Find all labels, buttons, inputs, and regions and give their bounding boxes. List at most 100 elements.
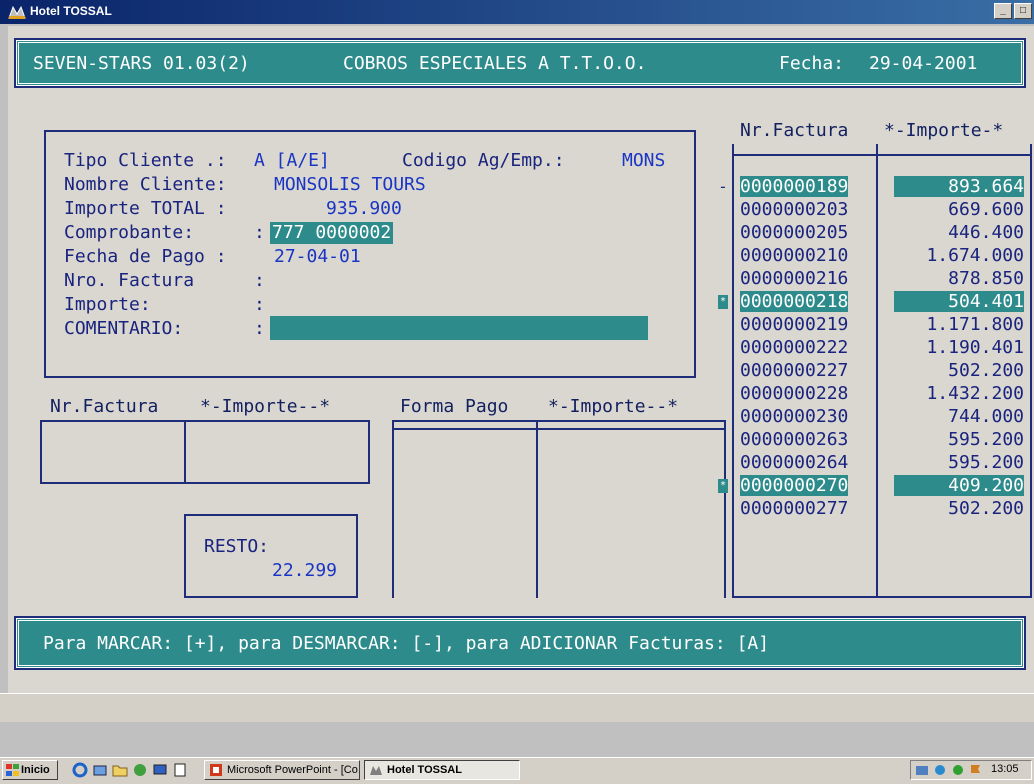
invoice-number: 0000000218 [740,291,849,312]
invoice-row[interactable]: -0000000189 893.664 [718,176,1034,198]
resto-value: 22.299 [272,560,338,581]
minimize-button[interactable]: _ [994,3,1012,19]
fecha-pago-value[interactable]: 27-04-01 [274,246,361,268]
tipo-cliente-label: Tipo Cliente .: [64,150,227,171]
tray-network-icon[interactable] [915,763,929,777]
codigo-value[interactable]: MONS [622,150,665,172]
codigo-label: Codigo Ag/Emp.: [402,150,565,171]
invoice-row[interactable]: 0000000219 1.171.800 [734,314,1034,336]
invoice-mark-indicator: * [718,479,728,493]
powerpoint-icon [210,764,222,776]
invoice-number: 0000000264 [740,452,849,473]
invoice-row[interactable]: 0000000263 595.200 [734,429,1034,451]
invoice-mark-indicator: * [718,295,728,309]
message-line [0,693,1034,722]
comentario-colon: : [254,318,265,339]
internet-explorer-icon[interactable] [72,762,88,778]
system-tray: 13:05 [910,760,1032,780]
invoice-amount: 595.200 [948,452,1024,473]
invoice-number: 0000000210 [740,245,849,266]
invoice-amount: 1.171.800 [926,314,1024,335]
invoice-number: 0000000227 [740,360,849,381]
invoice-row[interactable]: 0000000203 669.600 [734,199,1034,221]
invoice-row[interactable]: 0000000228 1.432.200 [734,383,1034,405]
invoice-amount: 878.850 [948,268,1024,289]
invoice-number: 0000000222 [740,337,849,358]
maximize-button[interactable]: □ [1014,3,1032,19]
invoice-number: 0000000203 [740,199,849,220]
terminal-screen: SEVEN-STARS 01.03(2) COBROS ESPECIALES A… [8,26,1034,716]
invoice-row[interactable]: * 0000000218 504.401 [718,291,1034,313]
payment-table-divider [536,420,538,598]
invoice-number: 0000000277 [740,498,849,519]
taskbar-powerpoint-button[interactable]: Microsoft PowerPoint - [Co... [204,760,360,780]
date-label: Fecha: [779,53,845,74]
invoice-list-factura-header: Nr.Factura [740,120,849,141]
invoice-amount: 1.674.000 [926,245,1024,266]
nombre-label: Nombre Cliente: [64,174,227,195]
invoice-number: 0000000189 [740,176,849,197]
nro-factura-colon: : [254,270,265,291]
comentario-label: COMENTARIO: [64,318,184,339]
invoice-number: 0000000228 [740,383,849,404]
comentario-field[interactable] [270,316,648,340]
invoice-amount: 409.200 [894,475,1024,496]
tray-volume-icon[interactable] [933,763,947,777]
hotel-taskbar-icon [370,766,382,775]
invoice-row[interactable]: 0000000216 878.850 [734,268,1034,290]
invoice-amount: 744.000 [948,406,1024,427]
importe-label: Importe: [64,294,151,315]
windows-taskbar: Inicio Microsoft PowerPoint - [Co... Hot… [0,757,1034,784]
invoice-amount: 502.200 [948,498,1024,519]
payment-table-header-line [392,428,726,430]
nro-factura-label: Nro. Factura [64,270,195,291]
comprobante-colon: : [254,222,265,243]
nombre-value: MONSOLIS TOURS [274,174,426,195]
tipo-cliente-value[interactable]: A [A/E] [254,150,330,172]
start-button[interactable]: Inicio [2,760,58,780]
invoice-amount: 446.400 [948,222,1024,243]
taskbar-hotel-tossal-button[interactable]: Hotel TOSSAL [364,760,520,780]
invoice-row[interactable]: 0000000210 1.674.000 [734,245,1034,267]
tray-flag-icon[interactable] [969,763,983,777]
payment-table[interactable] [392,420,726,598]
invoice-row[interactable]: 0000000227 502.200 [734,360,1034,382]
factura-importe-header: *-Importe--* [200,396,331,417]
invoice-row[interactable]: 0000000264 595.200 [734,452,1034,474]
hotel-app-icon [8,5,26,19]
importe-colon: : [254,294,265,315]
screen-title: COBROS ESPECIALES A T.T.O.O. [343,53,647,74]
invoice-number: 0000000219 [740,314,849,335]
windows-logo-icon [6,764,19,776]
invoice-amount: 595.200 [948,429,1024,450]
invoice-row[interactable]: 0000000277 502.200 [734,498,1034,520]
start-label: Inicio [21,764,50,776]
window-title-bar[interactable]: Hotel TOSSAL _ □ [0,0,1034,24]
invoice-number: 0000000216 [740,268,849,289]
notepad-icon[interactable] [172,762,188,778]
comprobante-field[interactable]: 777 0000002 [270,222,394,244]
tray-antivirus-icon[interactable] [951,763,965,777]
invoice-row[interactable]: * 0000000270 409.200 [718,475,1034,497]
factura-table[interactable] [40,420,370,484]
factura-table-divider [184,420,186,484]
forma-pago-header: Forma Pago [400,396,509,417]
invoice-amount: 669.600 [948,199,1024,220]
invoice-number: 0000000263 [740,429,849,450]
media-icon[interactable] [132,762,148,778]
folder-icon[interactable] [112,762,128,778]
outlook-express-icon[interactable] [92,762,108,778]
invoice-row[interactable]: 0000000205 446.400 [734,222,1034,244]
comprobante-label: Comprobante: [64,222,195,243]
date-value: 29-04-2001 [869,53,978,74]
desktop-icon[interactable] [152,762,168,778]
pago-importe-header: *-Importe--* [548,396,679,417]
invoice-row[interactable]: 0000000230 744.000 [734,406,1034,428]
invoice-row[interactable]: 0000000222 1.190.401 [734,337,1034,359]
taskbar-hotel-label: Hotel TOSSAL [387,764,462,776]
importe-total-label: Importe TOTAL : [64,198,227,219]
invoice-mark-indicator: - [718,177,728,196]
help-bar: Para MARCAR: [+], para DESMARCAR: [-], p… [14,616,1026,670]
importe-total-value: 935.900 [326,198,402,219]
invoice-list[interactable]: -0000000189 893.664 0000000203 669.600 00000… [718,176,1034,596]
